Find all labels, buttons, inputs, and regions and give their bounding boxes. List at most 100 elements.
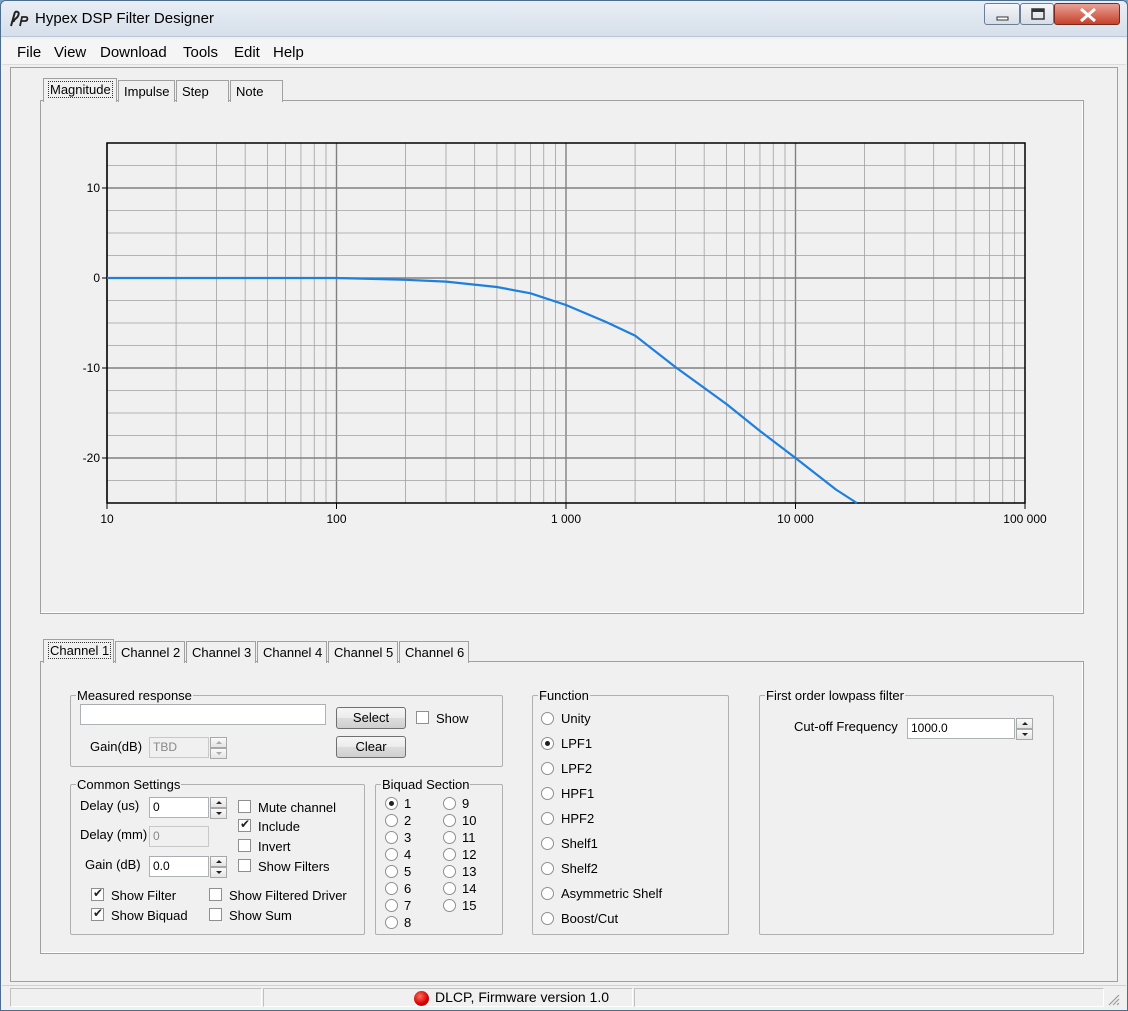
function-legend: Function: [539, 688, 589, 703]
biquad-4-label: 4: [404, 847, 412, 862]
minimize-button[interactable]: [984, 3, 1020, 25]
mute-channel-checkbox[interactable]: [238, 800, 251, 813]
minimize-icon: [996, 16, 1009, 21]
status-cell-3: [634, 988, 1104, 1007]
tab-impulse-label: Impulse: [124, 84, 170, 99]
title-bar[interactable]: Hypex DSP Filter Designer: [1, 1, 1127, 37]
menu-bar: File View Download Tools Edit Help: [2, 39, 1126, 65]
show-biquad-label: Show Biquad: [111, 908, 188, 923]
biquad-7-radio[interactable]: [385, 899, 398, 912]
common-gain-spinner[interactable]: [210, 856, 227, 878]
show-biquad-checkbox[interactable]: [91, 906, 104, 921]
resize-grip-icon[interactable]: [1106, 992, 1120, 1006]
measured-gain-label: Gain(dB): [90, 739, 143, 754]
measured-file-input[interactable]: [80, 704, 326, 725]
biquad-3-radio[interactable]: [385, 831, 398, 844]
measured-response-group: Measured response: [70, 688, 503, 767]
function-hpf2-radio[interactable]: [541, 812, 554, 825]
delay-mm-label: Delay (mm): [80, 827, 148, 842]
tab-impulse[interactable]: Impulse: [118, 80, 175, 102]
biquad-9-radio[interactable]: [443, 797, 456, 810]
tab-channel-1[interactable]: Channel 1: [43, 639, 114, 663]
biquad-8-radio[interactable]: [385, 916, 398, 929]
invert-label: Invert: [258, 839, 291, 854]
cutoff-frequency-spinner[interactable]: [1016, 718, 1033, 740]
function-asymmetric-shelf-radio[interactable]: [541, 887, 554, 900]
common-gain-label: Gain (dB): [85, 857, 141, 872]
biquad-14-radio[interactable]: [443, 882, 456, 895]
measured-gain-input[interactable]: TBD: [149, 737, 209, 758]
biquad-15-radio[interactable]: [443, 899, 456, 912]
biquad-4-radio[interactable]: [385, 848, 398, 861]
tab-note[interactable]: Note: [230, 80, 283, 102]
hypex-logo-icon: [10, 10, 29, 27]
x-tick-label: 100 000: [1003, 512, 1047, 526]
function-lpf2-radio[interactable]: [541, 762, 554, 775]
function-lpf2-label: LPF2: [561, 761, 593, 776]
common-gain-input[interactable]: 0.0: [149, 856, 209, 877]
y-tick-label: -10: [83, 361, 101, 375]
show-filtered-driver-checkbox[interactable]: [209, 888, 222, 901]
invert-checkbox[interactable]: [238, 839, 251, 852]
status-bar: DLCP, Firmware version 1.0: [2, 985, 1126, 1009]
biquad-6-radio[interactable]: [385, 882, 398, 895]
biquad-12-radio[interactable]: [443, 848, 456, 861]
show-measured-checkbox[interactable]: [416, 711, 429, 724]
function-shelf2-label: Shelf2: [561, 861, 598, 876]
function-unity-label: Unity: [561, 711, 591, 726]
biquad-1-radio[interactable]: [385, 797, 398, 810]
menu-edit[interactable]: Edit: [234, 44, 260, 61]
biquad-2-label: 2: [404, 813, 412, 828]
menu-help[interactable]: Help: [273, 44, 304, 61]
delay-us-input[interactable]: 0: [149, 797, 209, 818]
tab-channel-2[interactable]: Channel 2: [115, 641, 185, 663]
tab-channel-5[interactable]: Channel 5: [328, 641, 398, 663]
tab-note-label: Note: [236, 84, 264, 99]
biquad-section-legend: Biquad Section: [382, 777, 470, 792]
tab-magnitude[interactable]: Magnitude: [43, 78, 117, 102]
x-tick-label: 10 000: [777, 512, 814, 526]
biquad-13-radio[interactable]: [443, 865, 456, 878]
cutoff-frequency-input[interactable]: 1000.0: [907, 718, 1015, 739]
function-unity-radio[interactable]: [541, 712, 554, 725]
clear-button[interactable]: Clear: [336, 736, 406, 758]
status-text: DLCP, Firmware version 1.0: [435, 989, 610, 1005]
biquad-14-label: 14: [462, 881, 477, 896]
biquad-5-radio[interactable]: [385, 865, 398, 878]
function-hpf1-radio[interactable]: [541, 787, 554, 800]
measured-gain-spinner[interactable]: [210, 737, 227, 759]
biquad-11-radio[interactable]: [443, 831, 456, 844]
biquad-10-radio[interactable]: [443, 814, 456, 827]
menu-file[interactable]: File: [17, 44, 41, 61]
magnitude-chart[interactable]: 10 100 1 000 10 000 100 000100-10-20: [61, 131, 1061, 531]
tab-step[interactable]: Step: [176, 80, 229, 102]
show-filters-checkbox[interactable]: [238, 859, 251, 872]
function-shelf1-radio[interactable]: [541, 837, 554, 850]
close-button[interactable]: [1054, 3, 1120, 25]
select-button[interactable]: Select: [336, 707, 406, 729]
function-boost-cut-radio[interactable]: [541, 912, 554, 925]
show-sum-checkbox[interactable]: [209, 908, 222, 921]
delay-mm-input[interactable]: 0: [149, 826, 209, 847]
show-filtered-driver-label: Show Filtered Driver: [229, 888, 347, 903]
tab-channel-4[interactable]: Channel 4: [257, 641, 327, 663]
biquad-8-label: 8: [404, 915, 412, 930]
function-lpf1-radio[interactable]: [541, 737, 554, 750]
maximize-button[interactable]: [1020, 3, 1054, 25]
x-tick-label: 100: [326, 512, 346, 526]
menu-view[interactable]: View: [54, 44, 86, 61]
tab-channel-3[interactable]: Channel 3: [186, 641, 256, 663]
tab-channel-6[interactable]: Channel 6: [399, 641, 469, 663]
delay-us-spinner[interactable]: [210, 797, 227, 819]
show-filter-checkbox[interactable]: [91, 886, 104, 901]
close-icon: [1080, 7, 1096, 23]
show-filter-label: Show Filter: [111, 888, 177, 903]
menu-tools[interactable]: Tools: [183, 44, 218, 61]
tab-channel-2-label: Channel 2: [121, 645, 181, 660]
menu-download[interactable]: Download: [100, 44, 167, 61]
function-shelf2-radio[interactable]: [541, 862, 554, 875]
y-tick-label: -20: [83, 451, 101, 465]
x-tick-label: 10: [100, 512, 114, 526]
biquad-2-radio[interactable]: [385, 814, 398, 827]
include-checkbox[interactable]: [238, 817, 251, 832]
